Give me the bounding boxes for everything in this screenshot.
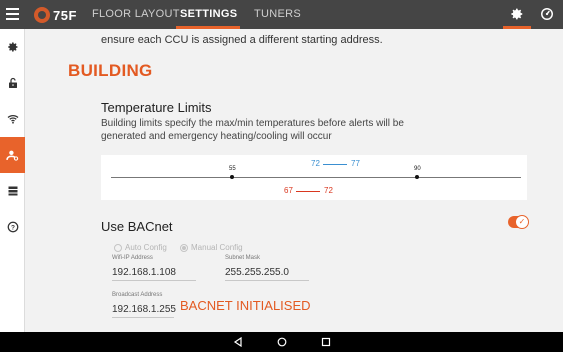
temperature-limits-title: Temperature Limits: [101, 100, 212, 115]
top-bar: 75F FLOOR LAYOUT SETTINGS TUNERS: [0, 0, 563, 29]
brand-name: 75F: [53, 7, 77, 23]
cooling-range-line: [323, 164, 347, 165]
heating-max-value: 72: [324, 186, 333, 195]
bacnet-status: BACNET INITIALISED: [180, 298, 311, 313]
radio-unchecked-icon: [114, 243, 122, 252]
sidebar-item-list[interactable]: [0, 173, 25, 209]
user-settings-icon: [6, 150, 19, 161]
auto-config-radio[interactable]: Auto Config: [114, 243, 167, 252]
settings-gear-icon[interactable]: [510, 7, 524, 21]
wifi-icon: [7, 115, 18, 124]
tab-settings[interactable]: SETTINGS: [180, 8, 237, 20]
auto-config-label: Auto Config: [125, 243, 167, 252]
broadcast-address-label: Broadcast Address: [112, 292, 163, 298]
help-icon: ?: [7, 221, 18, 233]
building-min-label: 55: [229, 166, 236, 172]
dashboard-gauge-icon[interactable]: [540, 7, 554, 21]
menu-icon[interactable]: [6, 8, 19, 20]
sidebar-item-security[interactable]: [0, 65, 25, 101]
wifi-ip-label: Wifi-IP Address: [112, 255, 153, 261]
cooling-max-value: 77: [351, 159, 360, 168]
sidebar-item-help[interactable]: ?: [0, 209, 25, 245]
sidebar-item-settings[interactable]: [0, 29, 25, 65]
recents-icon[interactable]: [321, 337, 331, 347]
slider-track: [111, 177, 521, 178]
subnet-mask-underline: [225, 280, 309, 281]
heating-range-line: [296, 191, 320, 192]
section-title: BUILDING: [68, 61, 153, 80]
tab-tuners[interactable]: TUNERS: [254, 8, 301, 20]
manual-config-radio[interactable]: Manual Config: [180, 243, 243, 252]
bacnet-title: Use BACnet: [101, 219, 173, 234]
settings-content: ensure each CCU is assigned a different …: [25, 29, 563, 332]
bacnet-toggle[interactable]: ✓: [508, 215, 529, 229]
unlock-icon: [8, 77, 17, 88]
building-min-handle[interactable]: [230, 175, 234, 179]
sidebar: ?: [0, 29, 25, 332]
svg-text:?: ?: [11, 225, 15, 232]
subnet-mask-field[interactable]: 255.255.255.0: [225, 267, 289, 278]
home-icon[interactable]: [277, 337, 287, 347]
list-icon: [8, 186, 17, 196]
broadcast-address-field[interactable]: 192.168.1.255: [112, 304, 176, 315]
radio-checked-icon: [180, 243, 188, 252]
gear-icon: [7, 42, 17, 52]
building-max-label: 90: [414, 166, 421, 172]
sidebar-item-network[interactable]: [0, 101, 25, 137]
system-nav-bar: [0, 332, 563, 352]
cooling-min-value: 72: [311, 159, 320, 168]
back-icon[interactable]: [233, 337, 243, 347]
manual-config-label: Manual Config: [191, 243, 243, 252]
wifi-ip-underline: [112, 280, 196, 281]
heating-min-value: 67: [284, 186, 293, 195]
logo-mark-icon: [34, 7, 50, 23]
intro-text: ensure each CCU is assigned a different …: [101, 34, 383, 46]
temperature-limit-slider[interactable]: 55 90 72 77 67 72: [101, 155, 527, 200]
check-icon: ✓: [515, 215, 529, 229]
sidebar-item-building[interactable]: [0, 137, 25, 173]
building-max-handle[interactable]: [415, 175, 419, 179]
subnet-mask-label: Subnet Mask: [225, 255, 261, 261]
temperature-limits-description: Building limits specify the max/min temp…: [101, 118, 404, 142]
app-window: 75F FLOOR LAYOUT SETTINGS TUNERS ? ensur…: [0, 0, 563, 352]
broadcast-address-underline: [112, 317, 174, 318]
tab-floor-layout[interactable]: FLOOR LAYOUT: [92, 8, 180, 20]
wifi-ip-field[interactable]: 192.168.1.108: [112, 267, 176, 278]
brand-logo: 75F: [34, 6, 77, 24]
